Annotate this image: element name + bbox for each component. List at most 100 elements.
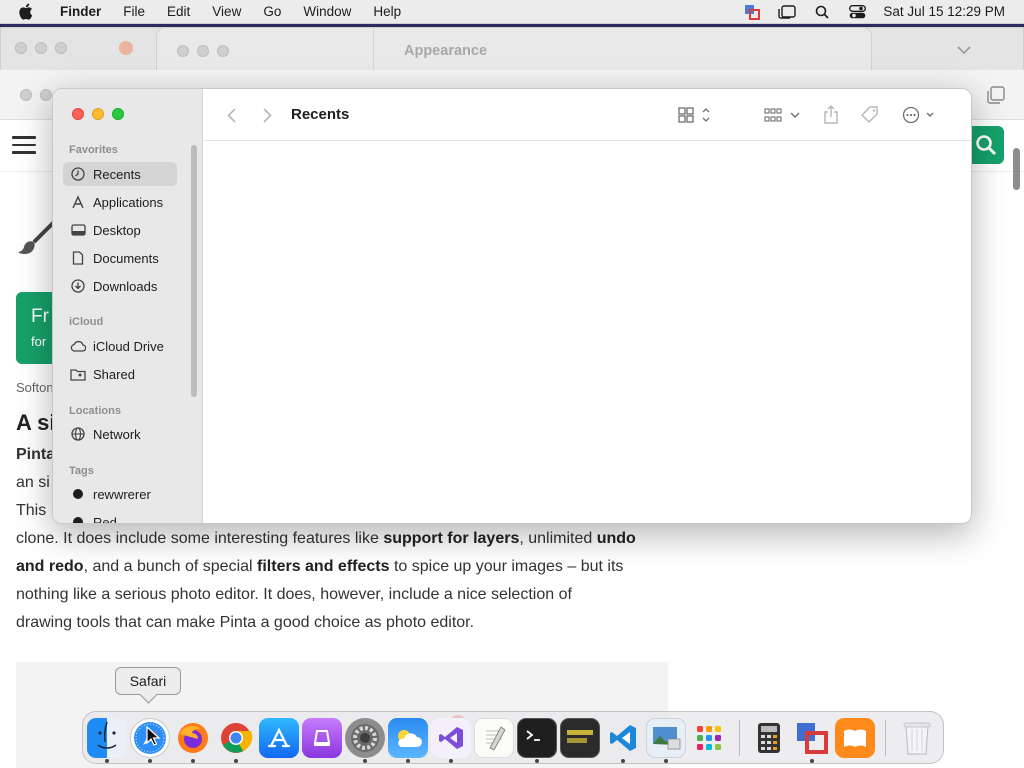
banner-title: Fr (31, 306, 49, 327)
back-button[interactable] (223, 104, 239, 126)
finder-sidebar: Favorites Recents Applications Desktop D… (53, 89, 203, 523)
dock-system-settings-icon[interactable] (345, 718, 385, 758)
sidebar-item-downloads[interactable]: Downloads (63, 274, 177, 298)
dock-books-icon[interactable] (835, 718, 875, 758)
dock-console-icon[interactable] (560, 718, 600, 758)
menu-file[interactable]: File (112, 4, 156, 19)
close-button[interactable] (72, 108, 84, 120)
locations-header: Locations (69, 405, 121, 417)
tags-header: Tags (69, 465, 94, 477)
dock-textedit-icon[interactable] (474, 718, 514, 758)
icloud-header: iCloud (69, 316, 104, 328)
more-actions-button[interactable] (901, 104, 939, 126)
app-logo-brush-icon (16, 218, 56, 258)
favorites-header: Favorites (69, 144, 118, 156)
document-icon (70, 250, 86, 266)
mouse-cursor-icon (146, 725, 161, 751)
running-indicator (191, 759, 195, 763)
stage-manager-icon[interactable] (778, 4, 797, 20)
dock-separator (739, 720, 740, 756)
download-banner[interactable]: Fr for (16, 292, 56, 364)
download-icon (70, 278, 86, 294)
dock-podcasts-icon[interactable] (302, 718, 342, 758)
tab-overview-icon[interactable] (987, 86, 1005, 109)
sidebar-item-desktop[interactable]: Desktop (63, 218, 177, 242)
zoom-button[interactable] (112, 108, 124, 120)
sidebar-tag-red[interactable]: Red (63, 510, 177, 523)
forward-button[interactable] (259, 104, 275, 126)
article-heading: A si (16, 410, 54, 435)
chevron-down-icon[interactable] (957, 42, 971, 60)
article-line-6: nothing like a serious photo editor. It … (16, 586, 572, 603)
site-breadcrumb[interactable]: Softonic (16, 380, 54, 395)
dock-firefox-icon[interactable] (173, 718, 213, 758)
settings-window-controls (177, 45, 229, 57)
running-indicator (234, 759, 238, 763)
sidebar-item-documents[interactable]: Documents (63, 246, 177, 270)
dock-trash-icon[interactable] (897, 718, 937, 758)
article-line-7: drawing tools that can make Pinta a good… (16, 614, 475, 631)
dock-weather-icon[interactable] (388, 718, 428, 758)
dock-vscode-icon[interactable] (603, 718, 643, 758)
spotlight-search-icon[interactable] (813, 4, 831, 20)
tag-button[interactable] (859, 104, 881, 126)
menu-window[interactable]: Window (292, 4, 362, 19)
dock-terminal-icon[interactable] (517, 718, 557, 758)
menu-help[interactable]: Help (362, 4, 412, 19)
banner-subtitle: for (31, 334, 47, 349)
window-controls (72, 108, 124, 120)
menu-bar: Finder File Edit View Go Window Help Sat… (0, 0, 1024, 24)
dock-app-store-icon[interactable] (259, 718, 299, 758)
article-line-5: and redo, and a bunch of special filters… (16, 558, 624, 575)
article-line-4: clone. It does include some interesting … (16, 530, 636, 547)
sidebar-item-applications[interactable]: Applications (63, 190, 177, 214)
file-content-area[interactable] (203, 141, 971, 523)
dock-chrome-icon[interactable] (216, 718, 256, 758)
running-indicator (449, 759, 453, 763)
menu-go[interactable]: Go (252, 4, 292, 19)
sidebar-item-icloud-drive[interactable]: iCloud Drive (63, 334, 177, 358)
dock (82, 711, 944, 764)
sidebar-scrollbar[interactable] (191, 145, 197, 397)
dock-finder-icon[interactable] (87, 718, 127, 758)
apple-menu-icon[interactable] (18, 3, 36, 20)
article-line-3: This (16, 502, 47, 519)
globe-icon (70, 426, 86, 442)
running-indicator (535, 759, 539, 763)
running-indicator (664, 759, 668, 763)
control-center-icon[interactable] (848, 4, 866, 20)
share-icon (824, 105, 838, 124)
menubar-clock[interactable]: Sat Jul 15 12:29 PM (883, 4, 1005, 19)
hamburger-menu-icon[interactable] (12, 136, 36, 154)
finder-window: Favorites Recents Applications Desktop D… (52, 88, 972, 524)
page-scrollbar[interactable] (1013, 148, 1020, 190)
running-indicator (363, 759, 367, 763)
system-settings-window: Appearance (156, 27, 872, 76)
menu-view[interactable]: View (201, 4, 252, 19)
parallels-status-icon[interactable] (743, 4, 761, 20)
background-window-controls (15, 42, 67, 54)
article-line-2: an si (16, 474, 50, 491)
dock-visual-studio-icon[interactable] (431, 718, 471, 758)
running-indicator (148, 759, 152, 763)
settings-window-title: Appearance (404, 43, 488, 59)
view-mode-button[interactable] (675, 104, 715, 126)
site-search-button[interactable] (968, 126, 1004, 164)
minimize-button[interactable] (92, 108, 104, 120)
share-button[interactable] (821, 104, 841, 126)
dock-launchpad-icon[interactable] (689, 718, 729, 758)
group-by-button[interactable] (763, 104, 801, 126)
sidebar-item-shared[interactable]: Shared (63, 362, 177, 386)
dock-calculator-icon[interactable] (749, 718, 789, 758)
sidebar-tag-rewwrerer[interactable]: rewwrerer (63, 482, 177, 506)
running-indicator (810, 759, 814, 763)
dock-separator (885, 720, 886, 756)
sidebar-item-recents[interactable]: Recents (63, 162, 177, 186)
window-title: Recents (291, 106, 350, 123)
dock-preview-icon[interactable] (646, 718, 686, 758)
dock-parallels-icon[interactable] (792, 718, 832, 758)
sidebar-item-network[interactable]: Network (63, 422, 177, 446)
running-indicator (406, 759, 410, 763)
menu-finder[interactable]: Finder (52, 4, 112, 19)
menu-edit[interactable]: Edit (156, 4, 201, 19)
